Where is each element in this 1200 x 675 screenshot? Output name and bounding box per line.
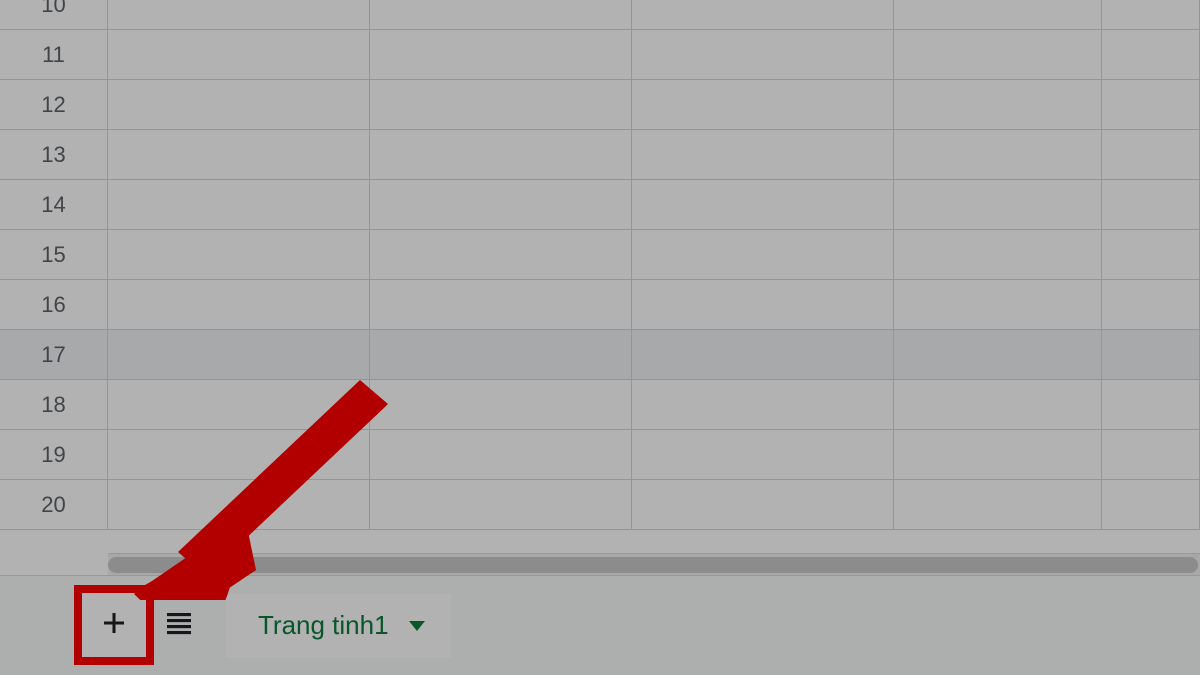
grid-row: 14 [0,180,1200,230]
grid-row: 17 [0,330,1200,380]
cell[interactable] [1102,330,1200,380]
cell[interactable] [894,130,1102,180]
cell[interactable] [632,130,894,180]
cell[interactable] [370,180,632,230]
cell[interactable] [370,480,632,530]
row-header[interactable]: 15 [0,230,108,280]
cell[interactable] [894,230,1102,280]
cell[interactable] [370,280,632,330]
cell[interactable] [632,30,894,80]
plus-icon [99,608,129,643]
cell[interactable] [894,380,1102,430]
grid-row: 19 [0,430,1200,480]
footer-gutter [0,576,82,675]
cell[interactable] [1102,430,1200,480]
grid-row: 13 [0,130,1200,180]
cell[interactable] [1102,230,1200,280]
cell[interactable] [632,80,894,130]
cell[interactable] [894,280,1102,330]
cell[interactable] [894,330,1102,380]
cell[interactable] [632,230,894,280]
cell[interactable] [370,230,632,280]
cell[interactable] [894,0,1102,30]
grid-row: 16 [0,280,1200,330]
row-header[interactable]: 14 [0,180,108,230]
row-header[interactable]: 17 [0,330,108,380]
cell[interactable] [1102,180,1200,230]
horizontal-scrollbar-thumb[interactable] [108,557,1198,573]
cell[interactable] [108,430,370,480]
grid-row: 12 [0,80,1200,130]
row-header[interactable]: 13 [0,130,108,180]
cell[interactable] [894,180,1102,230]
sheet-tab-label: Trang tinh1 [258,610,389,641]
cell[interactable] [632,380,894,430]
cell[interactable] [1102,0,1200,30]
grid-row: 20 [0,480,1200,530]
sheet-tab-bar: Trang tinh1 [0,575,1200,675]
cell[interactable] [108,80,370,130]
cell[interactable] [370,80,632,130]
row-header[interactable]: 10 [0,0,108,30]
spreadsheet-grid: 10 11 12 13 14 15 [0,0,1200,530]
caret-down-icon[interactable] [409,621,425,631]
cell[interactable] [632,330,894,380]
cell[interactable] [632,430,894,480]
grid-row: 15 [0,230,1200,280]
cell[interactable] [370,130,632,180]
cell[interactable] [370,330,632,380]
cell[interactable] [108,380,370,430]
cell[interactable] [894,480,1102,530]
cell[interactable] [1102,80,1200,130]
cell[interactable] [1102,480,1200,530]
cell[interactable] [370,30,632,80]
cell[interactable] [108,230,370,280]
horizontal-scrollbar[interactable] [108,553,1200,575]
cell[interactable] [1102,130,1200,180]
sheet-tab-active[interactable]: Trang tinh1 [226,594,451,658]
row-header[interactable]: 19 [0,430,108,480]
cell[interactable] [632,480,894,530]
all-sheets-button[interactable] [150,594,208,658]
cell[interactable] [370,380,632,430]
cell[interactable] [108,130,370,180]
cell[interactable] [632,280,894,330]
cell[interactable] [894,430,1102,480]
row-header[interactable]: 20 [0,480,108,530]
row-header[interactable]: 18 [0,380,108,430]
grid-row: 10 [0,0,1200,30]
cell[interactable] [632,180,894,230]
cell[interactable] [108,180,370,230]
cell[interactable] [370,0,632,30]
cell[interactable] [108,330,370,380]
add-sheet-button[interactable] [82,594,146,658]
cell[interactable] [1102,280,1200,330]
grid-row: 18 [0,380,1200,430]
cell[interactable] [370,430,632,480]
cell[interactable] [108,0,370,30]
row-header[interactable]: 16 [0,280,108,330]
cell[interactable] [108,280,370,330]
grid-row: 11 [0,30,1200,80]
all-sheets-icon [164,611,194,640]
cell[interactable] [108,480,370,530]
cell[interactable] [1102,380,1200,430]
row-header[interactable]: 12 [0,80,108,130]
row-header[interactable]: 11 [0,30,108,80]
cell[interactable] [894,80,1102,130]
cell[interactable] [632,0,894,30]
cell[interactable] [894,30,1102,80]
cell[interactable] [1102,30,1200,80]
cell[interactable] [108,30,370,80]
